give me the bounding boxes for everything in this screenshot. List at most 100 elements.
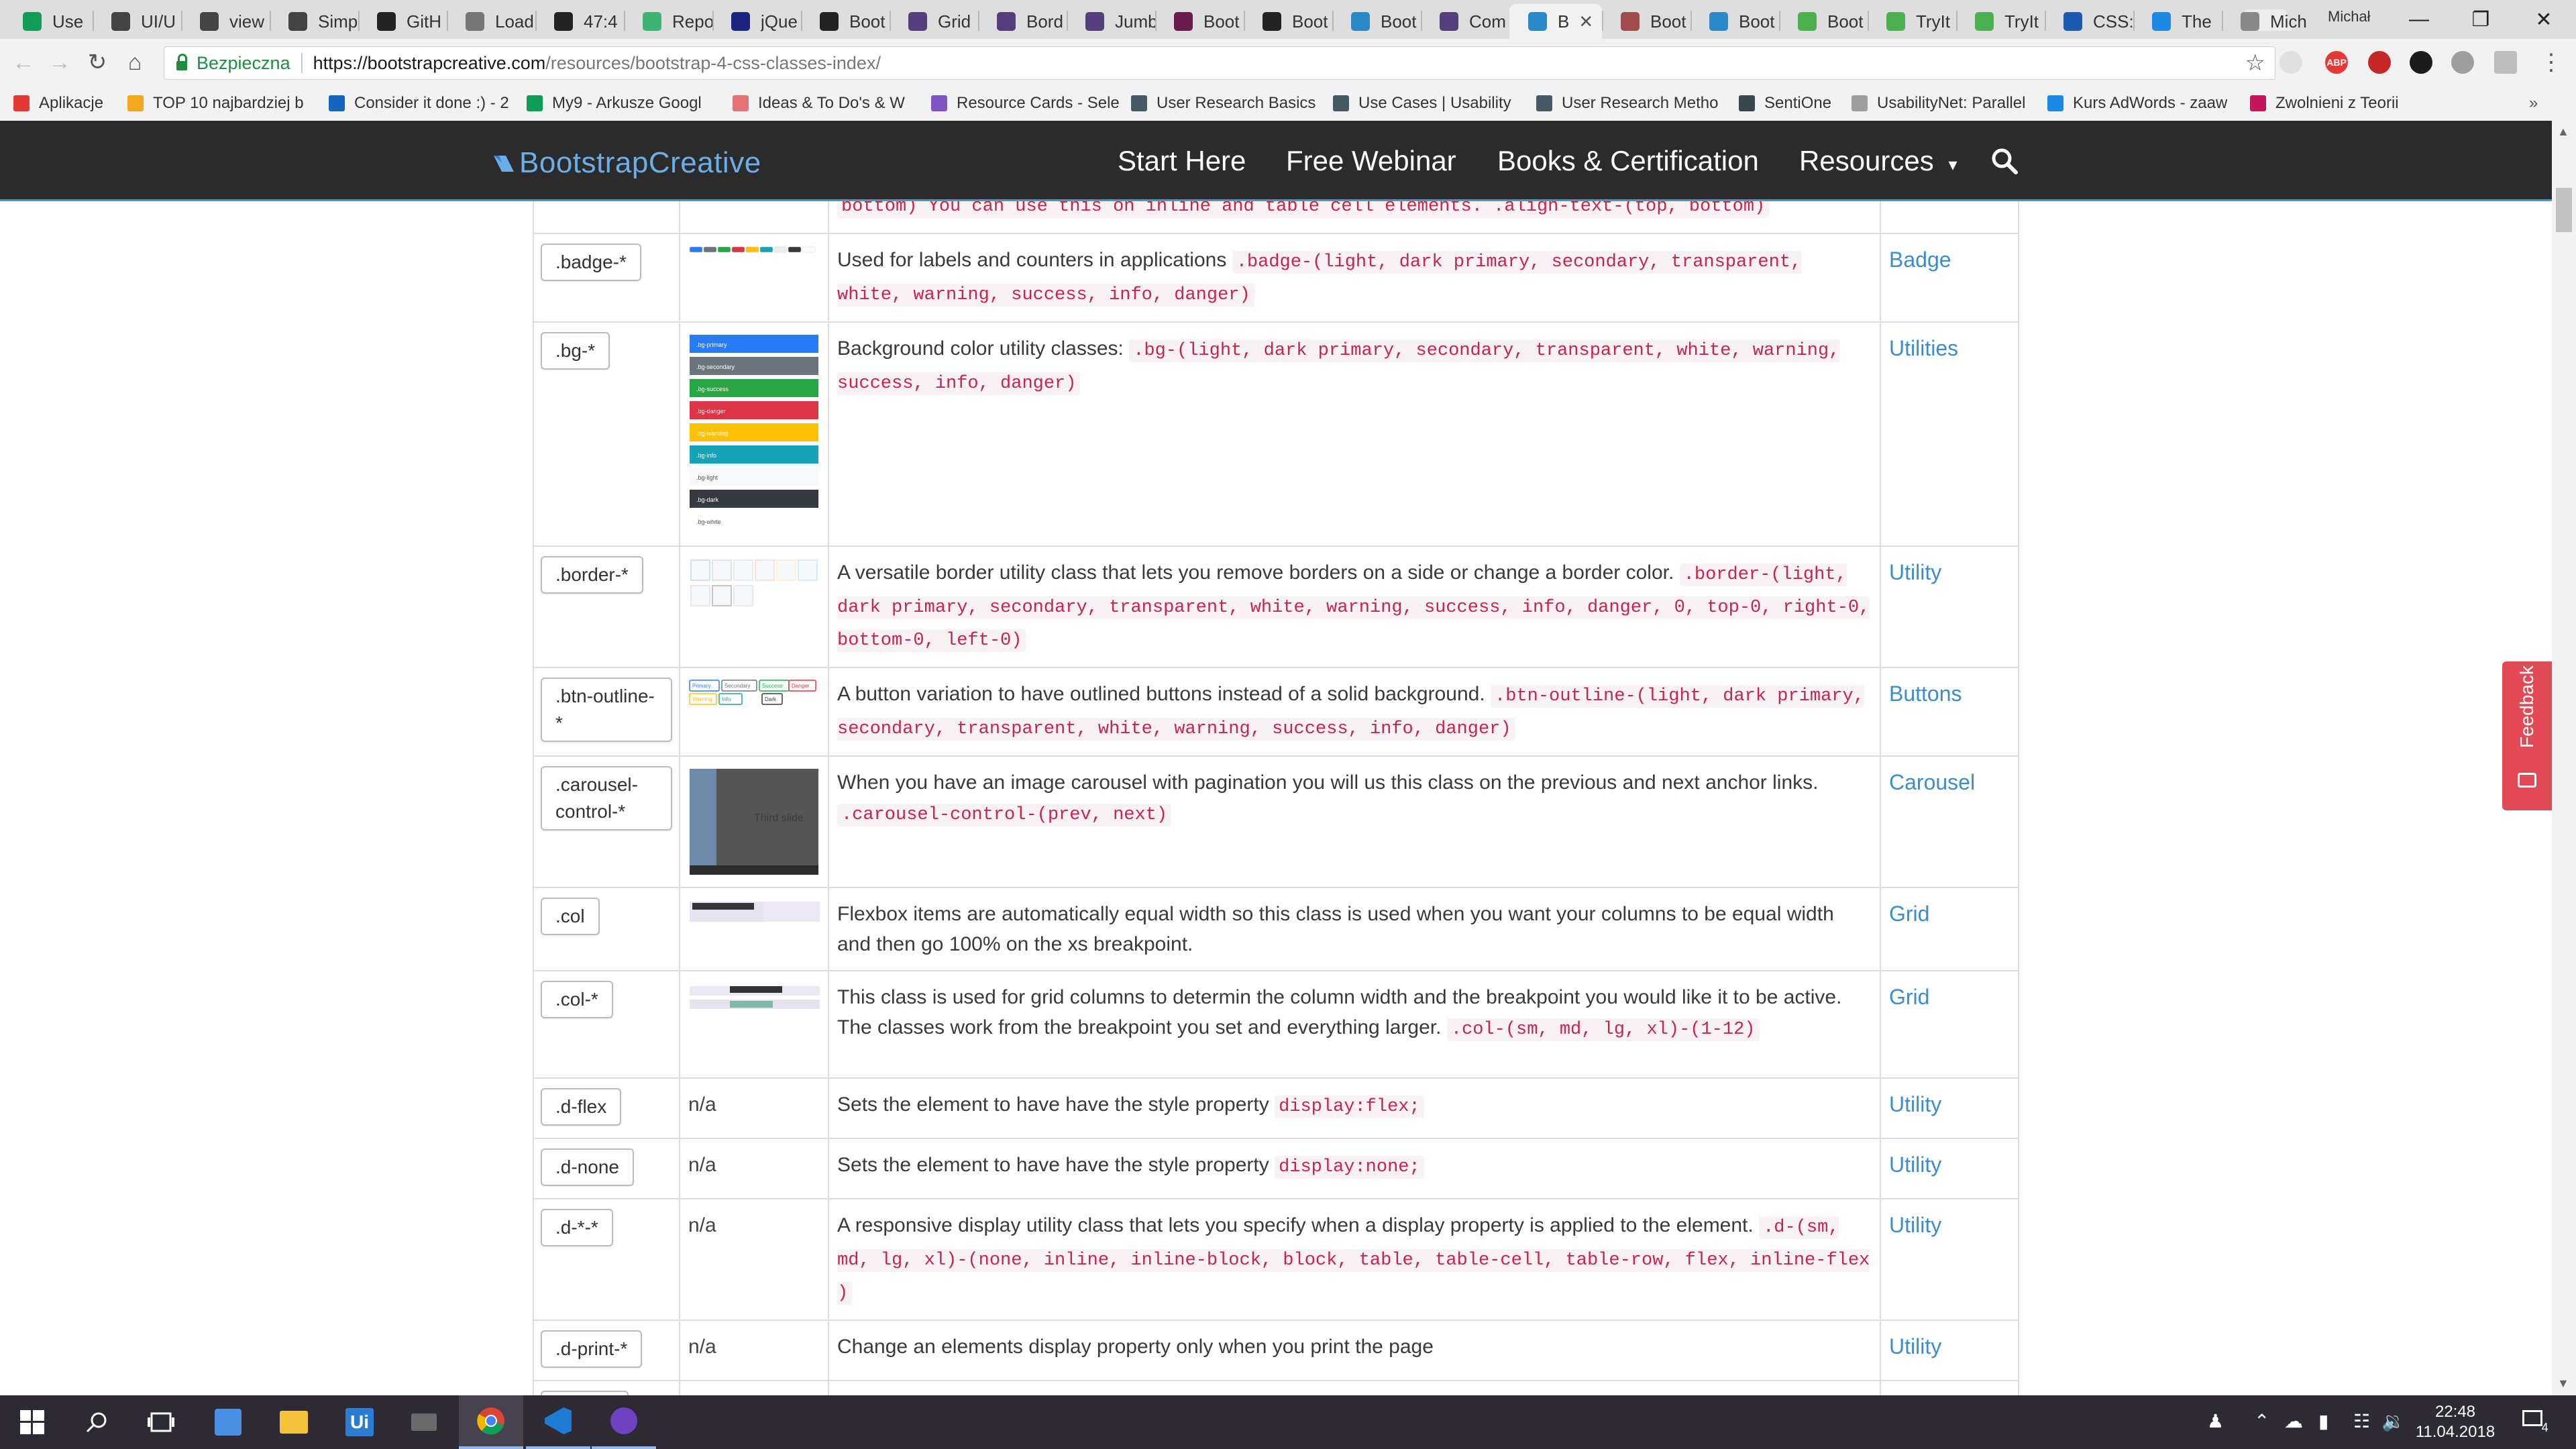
onedrive-icon[interactable]: ☁ <box>2284 1410 2303 1432</box>
browser-tab[interactable]: Repo <box>624 4 712 39</box>
system-clock[interactable]: 22:48 11.04.2018 <box>2402 1402 2509 1442</box>
bookmark-star-icon[interactable]: ☆ <box>2245 50 2265 76</box>
home-icon[interactable]: ⌂ <box>119 47 150 78</box>
grammarly-icon[interactable] <box>2410 51 2432 74</box>
class-name-button[interactable]: .col <box>541 898 600 935</box>
class-name-button[interactable]: .d-flex <box>541 1088 622 1126</box>
nav-free-webinar[interactable]: Free Webinar <box>1286 145 1456 177</box>
browser-tab[interactable]: Bord <box>978 4 1067 39</box>
chrome-taskbar-icon[interactable] <box>459 1395 523 1449</box>
bookmark-item[interactable]: Consider it done :) - 2 <box>329 91 509 115</box>
browser-tab[interactable]: The <box>2133 4 2222 39</box>
bookmark-item[interactable]: User Research Basics <box>1131 91 1316 115</box>
browser-tab[interactable]: Boot <box>1244 4 1332 39</box>
browser-tab[interactable]: Load <box>447 4 535 39</box>
browser-tab[interactable]: UI/U <box>93 4 181 39</box>
browser-tab[interactable]: Simp <box>270 4 358 39</box>
class-name-button[interactable]: .carousel-control-* <box>541 766 672 830</box>
profile-name[interactable]: Michał <box>2328 8 2371 25</box>
browser-tab[interactable]: Com <box>1421 4 1509 39</box>
windows-start-icon[interactable] <box>0 1395 64 1449</box>
class-name-button[interactable]: .d-*-* <box>541 1209 613 1246</box>
class-name-button[interactable]: .d-print-* <box>541 1330 643 1368</box>
docs-link[interactable]: Grid <box>1889 985 1929 1009</box>
action-center-icon[interactable]: 4 <box>2522 1410 2554 1434</box>
battery-icon[interactable]: ▮ <box>2318 1410 2328 1432</box>
scroll-down-icon[interactable]: ▼ <box>2557 1377 2569 1391</box>
extension-icon[interactable] <box>2451 51 2474 74</box>
class-name-button[interactable]: .fixed-* <box>541 1391 629 1395</box>
tray-overflow-icon[interactable]: ⌃ <box>2254 1410 2269 1432</box>
menu-icon[interactable]: ⋮ <box>2536 47 2567 78</box>
page-content[interactable]: bottom) You can use this on inline and t… <box>0 201 2552 1395</box>
scrollbar[interactable] <box>2552 121 2576 1395</box>
docs-link[interactable]: Buttons <box>1889 682 1962 706</box>
scroll-up-icon[interactable]: ▲ <box>2557 125 2569 139</box>
bookmark-item[interactable]: TOP 10 najbardziej b <box>127 91 304 115</box>
browser-tab[interactable]: Boot <box>1155 4 1244 39</box>
browser-tab[interactable]: 47:4 <box>535 4 624 39</box>
tab-close-icon[interactable]: ✕ <box>1578 11 1593 32</box>
bookmark-item[interactable]: UsabilityNet: Parallel <box>1851 91 2025 115</box>
browser-tab[interactable]: Mich <box>2222 4 2310 39</box>
class-name-button[interactable]: .bg-* <box>541 332 610 370</box>
bookmark-item[interactable]: My9 - Arkusze Googl <box>527 91 702 115</box>
search-taskbar-icon[interactable] <box>64 1395 129 1449</box>
nav-resources[interactable]: Resources ▾ <box>1799 145 1957 177</box>
docs-link[interactable]: Grid <box>1889 902 1929 926</box>
uipath-icon[interactable] <box>2494 51 2517 74</box>
docs-link[interactable]: Utility <box>1889 1213 1941 1237</box>
scrollbar-thumb[interactable] <box>2556 188 2572 232</box>
bookmark-item[interactable]: Aplikacje <box>13 91 103 115</box>
nav-books-certification[interactable]: Books & Certification <box>1497 145 1759 177</box>
back-icon[interactable]: ← <box>8 47 39 78</box>
forward-icon[interactable]: → <box>44 47 75 78</box>
bookmarks-overflow-icon[interactable]: » <box>2529 91 2538 115</box>
bookmark-item[interactable]: Ideas & To Do's & W <box>733 91 905 115</box>
search-icon[interactable] <box>1991 148 2018 174</box>
browser-tab[interactable]: B ✕ <box>1509 4 1602 39</box>
class-name-button[interactable]: .badge-* <box>541 244 641 281</box>
site-logo[interactable]: BootstrapCreative <box>492 146 761 180</box>
docs-link[interactable]: Utility <box>1889 560 1941 584</box>
browser-tab[interactable]: Jumb <box>1067 4 1155 39</box>
browser-tab[interactable]: Boot <box>1779 4 1868 39</box>
browser-tab[interactable]: GitH <box>358 4 447 39</box>
docs-link[interactable]: Utilities <box>1889 336 1958 360</box>
task-view-icon[interactable] <box>129 1395 193 1449</box>
docs-link[interactable]: Utility <box>1889 1334 1941 1358</box>
vscode-icon[interactable] <box>526 1395 590 1449</box>
lastpass-icon[interactable] <box>2368 51 2391 74</box>
maximize-icon[interactable]: ❐ <box>2450 0 2512 39</box>
github-desktop-icon[interactable] <box>592 1395 656 1449</box>
minimize-icon[interactable]: — <box>2388 0 2450 39</box>
uipath-studio-icon[interactable]: Ui <box>327 1395 392 1449</box>
docs-link[interactable]: Utility <box>1889 1092 1941 1116</box>
feedback-label[interactable]: Feedback <box>2516 665 2538 748</box>
class-name-button[interactable]: .d-none <box>541 1148 634 1186</box>
browser-tab[interactable]: TryIt <box>1868 4 1956 39</box>
nav-start-here[interactable]: Start Here <box>1118 145 1246 177</box>
reload-icon[interactable]: ↻ <box>82 47 113 78</box>
browser-tab[interactable]: Use <box>4 4 93 39</box>
browser-tab[interactable]: Grid <box>890 4 978 39</box>
adblock-icon[interactable]: ABP <box>2325 51 2348 74</box>
browser-tab[interactable]: Boot <box>1602 4 1690 39</box>
app-icon[interactable] <box>392 1395 456 1449</box>
bookmark-item[interactable]: SentiOne <box>1739 91 1831 115</box>
bookmark-item[interactable]: Kurs AdWords - zaaw <box>2047 91 2227 115</box>
class-name-button[interactable]: .border-* <box>541 556 643 594</box>
people-icon[interactable]: ♟ <box>2207 1410 2224 1432</box>
close-window-icon[interactable]: ✕ <box>2513 0 2575 39</box>
browser-tab[interactable]: Boot <box>1690 4 1779 39</box>
file-explorer-icon[interactable] <box>262 1395 326 1449</box>
bookmark-item[interactable]: Zwolnieni z Teorii | <box>2250 91 2398 115</box>
browser-tab[interactable]: Boot <box>1332 4 1421 39</box>
bookmark-item[interactable]: Use Cases | Usability <box>1333 91 1511 115</box>
browser-tab[interactable]: jQue <box>712 4 801 39</box>
bookmark-item[interactable]: User Research Metho <box>1536 91 1718 115</box>
class-name-button[interactable]: .col-* <box>541 981 613 1018</box>
browser-tab[interactable]: view <box>181 4 270 39</box>
docs-link[interactable]: Badge <box>1889 248 1951 272</box>
docs-link[interactable]: Carousel <box>1889 770 1975 794</box>
